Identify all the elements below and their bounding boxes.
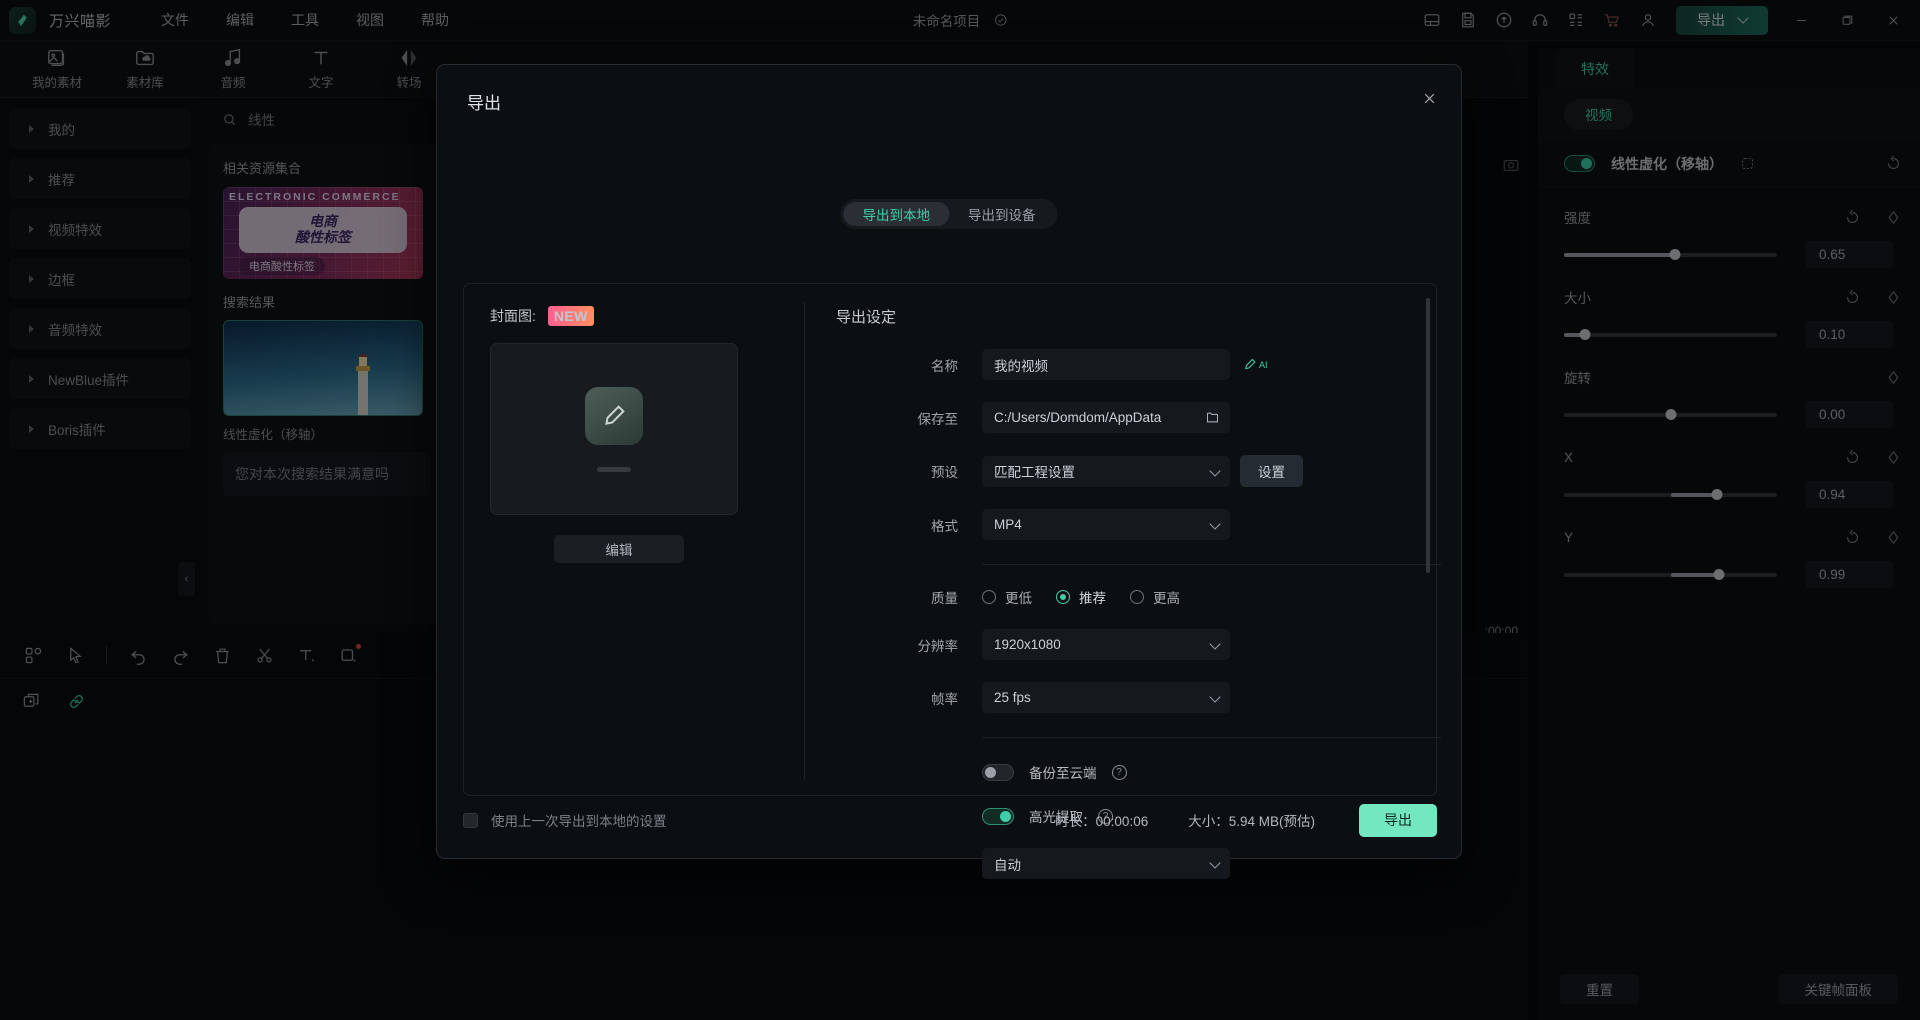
field-label: 帧率 [836,688,982,708]
dialog-tabs: 导出到本地 导出到设备 [841,199,1058,229]
new-badge: NEW [548,306,594,326]
preset-select[interactable]: 匹配工程设置 [982,456,1230,487]
resolution-select[interactable]: 1920x1080 [982,629,1230,660]
dialog-divider [804,302,805,780]
preset-setting-button[interactable]: 设置 [1240,455,1303,487]
cover-section: 封面图: NEW 编辑 [490,306,770,563]
dialog-footer: 使用上一次导出到本地的设置 时长：00:00:06 大小：5.94 MB(预估)… [463,800,1437,840]
dialog-title: 导出 [467,89,501,114]
reuse-settings-checkbox[interactable] [463,813,478,828]
radio-label: 更高 [1153,587,1180,607]
radio-label: 更低 [1005,587,1032,607]
cover-shadow-decor [597,467,631,472]
saveto-field-wrap [982,402,1230,433]
format-select[interactable]: MP4 [982,509,1230,540]
export-settings-section: 导出设定 名称 AI 保存至 [836,306,1396,879]
preset-value: 匹配工程设置 [982,456,1230,487]
size-label: 大小： [1188,814,1229,829]
cover-edit-button[interactable]: 编辑 [554,535,684,563]
tab-export-device[interactable]: 导出到设备 [949,202,1055,226]
reuse-settings-label: 使用上一次导出到本地的设置 [491,810,667,830]
cover-label: 封面图: [490,306,536,326]
cover-header: 封面图: NEW [490,306,770,326]
toggle-label: 备份至云端 [1029,762,1097,782]
size-stat: 大小：5.94 MB(预估) [1188,810,1315,830]
name-input[interactable] [982,349,1230,380]
quality-option-higher[interactable]: 更高 [1130,587,1180,607]
folder-icon[interactable] [1205,410,1220,430]
tab-export-local[interactable]: 导出到本地 [844,202,950,226]
framerate-select[interactable]: 25 fps [982,682,1230,713]
duration-stat: 时长：00:00:06 [1055,810,1148,830]
export-dialog: 导出 导出到本地 导出到设备 封面图: NEW 编辑 [436,64,1462,859]
cloud-backup-toggle[interactable] [982,764,1014,781]
field-row-auto: 自动 [836,848,1396,879]
quality-radio-group: 更低 推荐 更高 [982,587,1180,607]
field-row-framerate: 帧率 25 fps [836,682,1396,713]
app-root: 万兴喵影 文件 编辑 工具 视图 帮助 未命名项目 [0,0,1920,1020]
section-divider [982,737,1441,738]
name-field-wrap [982,349,1230,380]
field-row-format: 格式 MP4 [836,509,1396,540]
field-row-name: 名称 AI [836,349,1396,380]
auto-select[interactable]: 自动 [982,848,1230,879]
section-divider [982,564,1441,565]
auto-value: 自动 [982,848,1230,879]
field-label: 保存至 [836,408,982,428]
cover-placeholder-icon [585,387,643,445]
help-icon[interactable]: ? [1112,765,1127,780]
saveto-input[interactable] [982,402,1230,433]
field-label: 分辨率 [836,635,982,655]
field-row-resolution: 分辨率 1920x1080 [836,629,1396,660]
field-row-quality: 质量 更低 推荐 更高 [836,587,1396,607]
field-label: 预设 [836,461,982,481]
field-label: 质量 [836,587,982,607]
dialog-body: 封面图: NEW 编辑 导出设定 名称 [463,283,1437,796]
field-label: 名称 [836,355,982,375]
quality-option-lower[interactable]: 更低 [982,587,1032,607]
duration-value: 00:00:06 [1096,814,1149,829]
format-value: MP4 [982,509,1230,540]
dialog-close-button[interactable] [1414,83,1444,113]
duration-label: 时长： [1055,814,1096,829]
cover-preview[interactable] [490,343,738,515]
size-value: 5.94 MB(预估) [1229,814,1315,829]
dialog-export-button[interactable]: 导出 [1359,804,1437,837]
field-row-preset: 预设 匹配工程设置 设置 [836,455,1396,487]
framerate-value: 25 fps [982,682,1230,713]
resolution-value: 1920x1080 [982,629,1230,660]
field-row-saveto: 保存至 [836,402,1396,433]
toggle-row-cloud-backup: 备份至云端 ? [836,762,1396,782]
ai-name-icon[interactable]: AI [1243,357,1268,372]
quality-option-recommended[interactable]: 推荐 [1056,587,1106,607]
dialog-scrollbar[interactable] [1426,298,1430,573]
settings-title: 导出设定 [836,306,1396,327]
field-label: 格式 [836,515,982,535]
radio-label: 推荐 [1079,587,1106,607]
